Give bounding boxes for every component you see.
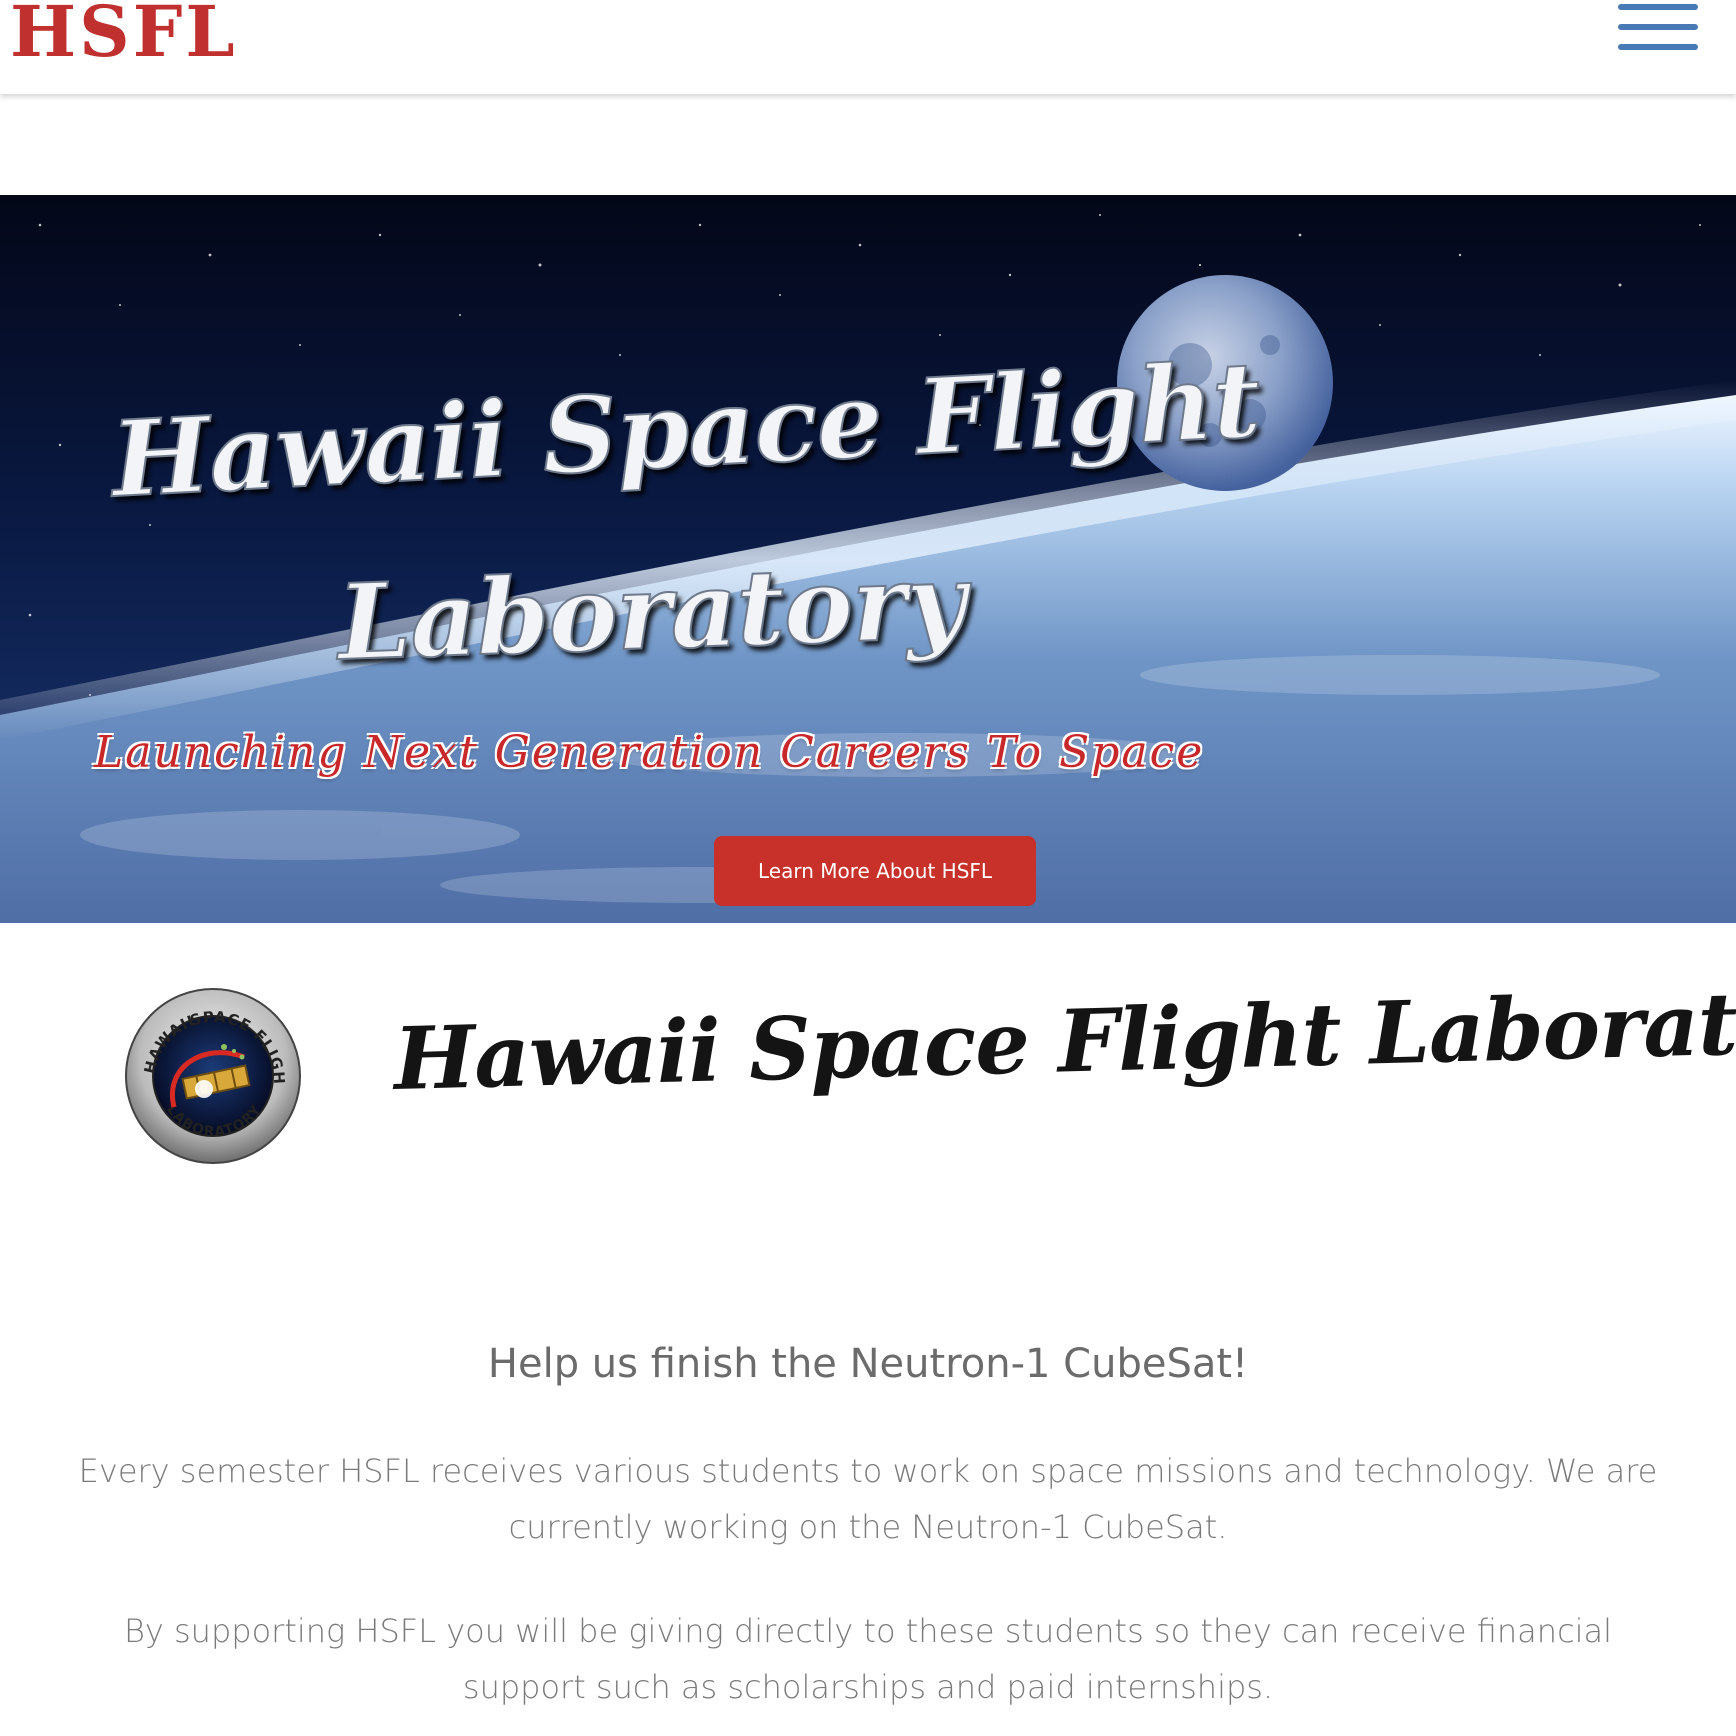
site-logo[interactable]: HSFL	[10, 0, 238, 70]
section-title: Hawaii Space Flight Laboratory	[392, 969, 1736, 1110]
hero-title-line-2: Laboratory	[335, 538, 968, 685]
learn-more-button[interactable]: Learn More About HSFL	[714, 836, 1036, 906]
hero-tagline: Launching Next Generation Careers To Spa…	[94, 727, 1205, 778]
content-heading: Help us finish the Neutron-1 CubeSat!	[487, 1341, 1249, 1387]
site-header: HSFL	[0, 0, 1736, 94]
menu-bar	[1618, 4, 1698, 10]
content-paragraph-1: Every semester HSFL receives various stu…	[78, 1452, 1658, 1546]
menu-bar	[1618, 24, 1698, 30]
menu-bar	[1618, 44, 1698, 50]
hsfl-seal-logo[interactable]: HAWAII SPACE FLIGHT LABORATORY	[124, 987, 302, 1165]
content-paragraph-2: By supporting HSFL you will be giving di…	[123, 1612, 1613, 1706]
hamburger-menu-icon[interactable]	[1618, 4, 1698, 54]
hero-banner: Hawaii Space Flight Laboratory Launching…	[0, 195, 1736, 923]
